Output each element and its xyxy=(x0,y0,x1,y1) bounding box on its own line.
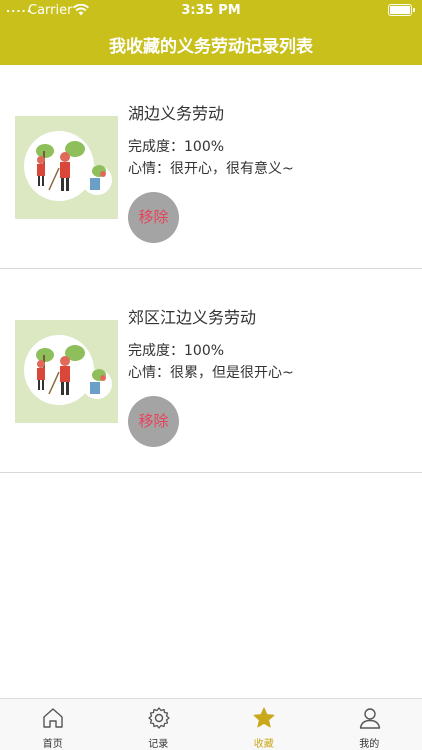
favorites-list: 湖边义务劳动 完成度：100% 心情：很开心，很有意义~ 移除 郊区江边义务劳动… xyxy=(0,65,422,473)
tab-records[interactable]: 记录 xyxy=(106,699,212,750)
tab-bar: 首页 记录 收藏 我的 xyxy=(0,698,422,750)
page-title: 我收藏的义务劳动记录列表 xyxy=(109,37,313,57)
record-progress: 完成度：100% xyxy=(128,139,225,155)
star-icon xyxy=(253,707,275,728)
record-title: 郊区江边义务劳动 xyxy=(128,308,257,327)
volunteer-cleaning-image xyxy=(15,320,118,423)
record-mood: 心情：很开心，很有意义~ xyxy=(128,161,294,177)
list-item[interactable]: 湖边义务劳动 完成度：100% 心情：很开心，很有意义~ 移除 xyxy=(0,65,422,269)
volunteer-cleaning-image xyxy=(15,116,118,219)
battery-icon xyxy=(388,4,415,16)
tab-records-label: 记录 xyxy=(148,739,169,750)
record-progress: 完成度：100% xyxy=(128,343,225,359)
tab-profile-label: 我的 xyxy=(359,739,380,750)
tab-profile[interactable]: 我的 xyxy=(317,699,422,750)
tab-home-label: 首页 xyxy=(42,739,63,750)
record-mood: 心情：很累，但是很开心~ xyxy=(128,365,294,381)
remove-button[interactable]: 移除 xyxy=(128,192,179,243)
remove-button[interactable]: 移除 xyxy=(128,396,179,447)
tab-favorites[interactable]: 收藏 xyxy=(211,699,317,750)
tab-home[interactable]: 首页 xyxy=(0,699,106,750)
record-title: 湖边义务劳动 xyxy=(128,104,225,123)
status-bar: ..... Carrier 3:35 PM xyxy=(0,0,422,20)
gear-icon xyxy=(147,707,170,729)
user-icon xyxy=(359,708,380,729)
header-bar: ..... Carrier 3:35 PM 我收藏的义务劳动记录列表 xyxy=(0,0,422,65)
home-icon xyxy=(43,708,63,728)
list-item[interactable]: 郊区江边义务劳动 完成度：100% 心情：很累，但是很开心~ 移除 xyxy=(0,269,422,473)
tab-favorites-label: 收藏 xyxy=(253,739,274,750)
status-time: 3:35 PM xyxy=(181,3,241,18)
